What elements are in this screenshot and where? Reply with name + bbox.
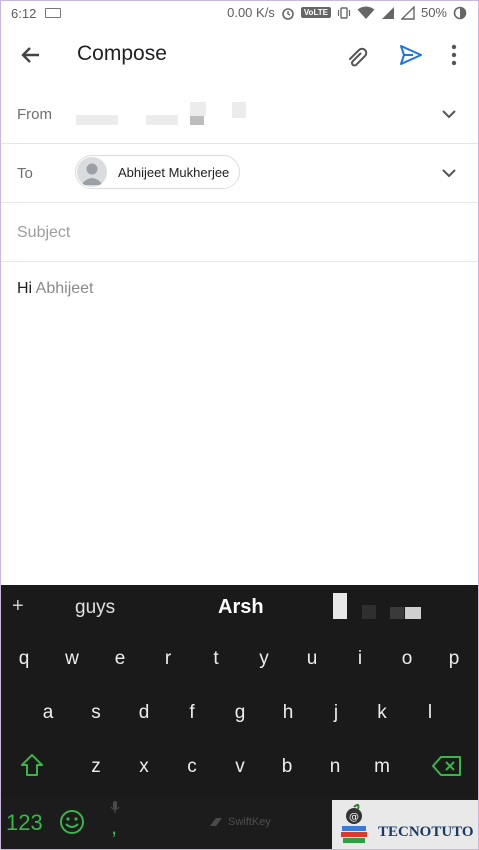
vibrate-icon — [337, 6, 351, 19]
key-e[interactable]: e — [106, 648, 134, 670]
svg-text:@: @ — [349, 812, 359, 823]
suggestion-2[interactable]: Arsh — [218, 596, 264, 619]
suggestion-bar: + guys Arsh — [0, 585, 479, 629]
key-s[interactable]: s — [82, 702, 110, 724]
key-g[interactable]: g — [226, 702, 254, 724]
suggestion-1[interactable]: guys — [75, 597, 115, 619]
key-m[interactable]: m — [368, 756, 396, 778]
network-speed: 0.00 K/s — [227, 5, 275, 20]
compose-body[interactable]: Hi Abhijeet — [17, 280, 94, 298]
recipient-name: Abhijeet Mukherjee — [118, 165, 230, 180]
spacebar[interactable]: SwiftKey — [140, 802, 330, 842]
alarm-icon — [282, 7, 294, 20]
spacebar-brand: SwiftKey — [228, 816, 271, 828]
avatar — [77, 157, 107, 187]
swiftkey-logo-icon — [210, 818, 222, 826]
battery-percent: 50% — [420, 5, 447, 20]
key-c[interactable]: c — [178, 756, 206, 778]
to-label: To — [17, 165, 33, 182]
status-time: 6:12 — [11, 6, 37, 21]
key-z[interactable]: z — [82, 756, 110, 778]
to-row[interactable]: To Abhijeet Mukherjee — [0, 143, 479, 203]
keyboard-status-icon — [45, 8, 61, 18]
back-arrow-icon[interactable] — [18, 42, 44, 68]
key-u[interactable]: u — [298, 648, 326, 670]
key-y[interactable]: y — [250, 648, 278, 670]
attachment-icon[interactable] — [346, 44, 372, 68]
key-p[interactable]: p — [440, 648, 468, 670]
status-bar: 6:12 0.00 K/s VoLTE 50% — [0, 0, 479, 28]
page-title: Compose — [77, 42, 167, 65]
key-n[interactable]: n — [321, 756, 349, 778]
battery-icon — [453, 6, 467, 19]
wifi-icon — [357, 6, 375, 19]
key-j[interactable]: j — [322, 702, 350, 724]
key-x[interactable]: x — [130, 756, 158, 778]
body-name: Abhijeet — [35, 280, 94, 297]
backspace-icon[interactable] — [431, 755, 463, 777]
key-t[interactable]: t — [202, 648, 230, 670]
toolbar-expand-button[interactable]: + — [12, 595, 24, 618]
subject-input[interactable]: Subject — [17, 224, 70, 242]
mic-icon[interactable] — [110, 800, 120, 814]
key-l[interactable]: l — [416, 702, 444, 724]
watermark: @ TECNOTUTO — [332, 800, 479, 850]
key-d[interactable]: d — [130, 702, 158, 724]
key-b[interactable]: b — [273, 756, 301, 778]
key-f[interactable]: f — [178, 702, 206, 724]
volte-badge: VoLTE — [300, 7, 331, 18]
key-i[interactable]: i — [346, 648, 374, 670]
status-right: 0.00 K/s VoLTE 50% — [227, 5, 467, 20]
key-o[interactable]: o — [393, 648, 421, 670]
chevron-down-icon[interactable] — [440, 167, 458, 179]
subject-row[interactable]: Subject — [0, 202, 479, 262]
chevron-down-icon[interactable] — [440, 108, 458, 120]
key-a[interactable]: a — [34, 702, 62, 724]
signal-icon — [381, 6, 394, 19]
numbers-key[interactable]: 123 — [6, 810, 43, 836]
shift-icon[interactable] — [18, 752, 46, 778]
from-label: From — [17, 106, 52, 123]
send-icon[interactable] — [398, 43, 424, 67]
app-bar: Compose — [0, 28, 479, 84]
watermark-logo-icon: @ — [341, 803, 367, 843]
body-greeting: Hi — [17, 280, 33, 297]
emoji-icon[interactable] — [58, 808, 86, 836]
key-w[interactable]: w — [58, 648, 86, 670]
watermark-text: TECNOTUTO — [378, 824, 474, 840]
more-vert-icon[interactable] — [446, 42, 462, 68]
key-v[interactable]: v — [226, 756, 254, 778]
key-q[interactable]: q — [10, 648, 38, 670]
from-row[interactable]: From — [0, 84, 479, 144]
key-r[interactable]: r — [154, 648, 182, 670]
key-k[interactable]: k — [368, 702, 396, 724]
signal-empty-icon — [400, 5, 415, 20]
comma-key[interactable]: , — [111, 814, 117, 840]
key-h[interactable]: h — [274, 702, 302, 724]
recipient-chip[interactable]: Abhijeet Mukherjee — [75, 155, 240, 189]
